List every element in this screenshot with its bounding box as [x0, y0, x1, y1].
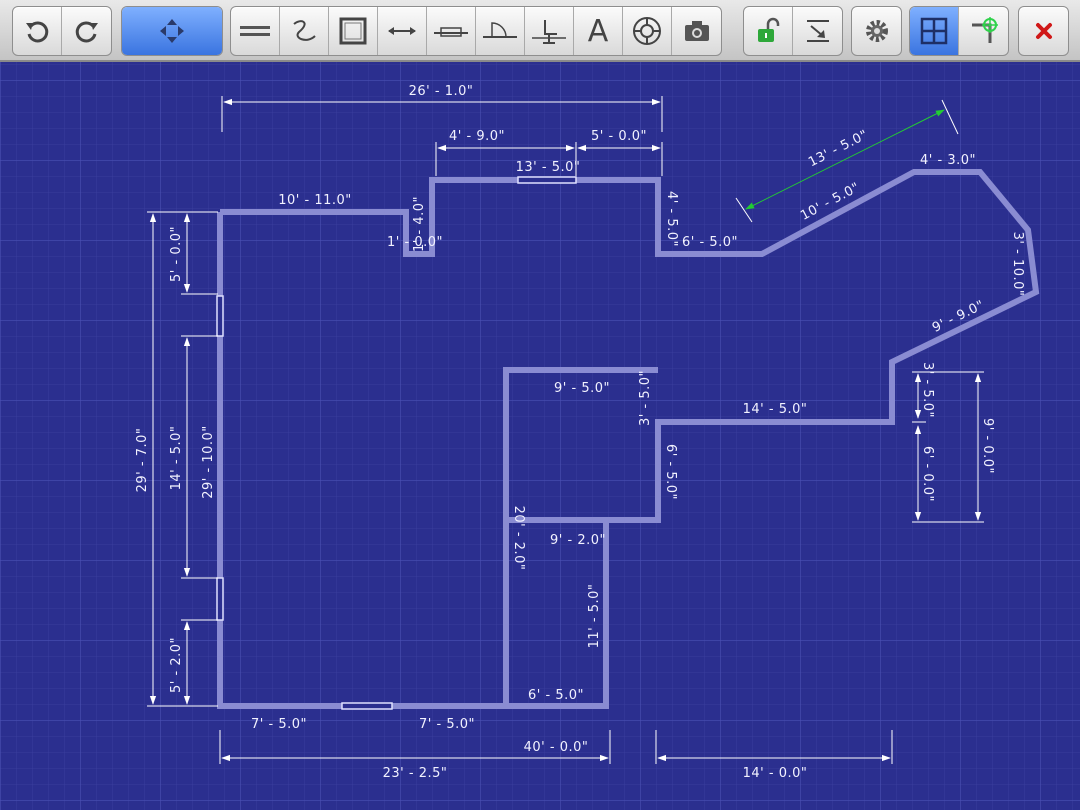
- toolbar: A: [0, 0, 1080, 62]
- close-group: [1018, 6, 1069, 56]
- grid-toggle-button[interactable]: [910, 7, 959, 55]
- settings-button[interactable]: [852, 7, 901, 55]
- history-group: [12, 6, 112, 56]
- unlock-icon: [758, 17, 780, 42]
- dim-right-slant[interactable]: 3' - 10.0": [1010, 232, 1025, 297]
- dim-notch-width[interactable]: 1' - 4.0": [412, 196, 427, 252]
- wall-tool-button[interactable]: [231, 7, 280, 55]
- view-group: [909, 6, 1009, 56]
- window-top[interactable]: [517, 176, 577, 184]
- settings-group: [851, 6, 902, 56]
- door-tool-button[interactable]: [476, 7, 525, 55]
- draw-tools-group: A: [230, 6, 722, 56]
- dimension-arrow-icon: [388, 27, 416, 35]
- dim-top-notch-right[interactable]: 5' - 0.0": [591, 129, 647, 144]
- dim-top-notch-left[interactable]: 4' - 9.0": [449, 129, 505, 144]
- dim-inner-room-bottom[interactable]: 9' - 2.0": [550, 533, 606, 548]
- dim-left-inner[interactable]: 29' - 10.0": [201, 425, 216, 499]
- dim-right-top-drop[interactable]: 4' - 5.0": [664, 191, 679, 247]
- close-icon: [1035, 23, 1052, 39]
- dim-bottom-left-seg[interactable]: 7' - 5.0": [251, 717, 307, 732]
- close-button[interactable]: [1019, 7, 1068, 55]
- select-move-button[interactable]: [122, 7, 222, 55]
- undo-button[interactable]: [13, 7, 62, 55]
- door-icon: [483, 22, 517, 38]
- lock-button[interactable]: [744, 7, 793, 55]
- lock-group: [743, 6, 843, 56]
- dim-left-top-seg[interactable]: 5' - 0.0": [169, 226, 184, 282]
- snap-icon: [971, 17, 998, 43]
- window-left-top[interactable]: [216, 295, 224, 337]
- freehand-tool-button[interactable]: [280, 7, 329, 55]
- freehand-icon: [293, 20, 316, 41]
- dim-bottom-total[interactable]: 40' - 0.0": [524, 740, 589, 755]
- wall-icon: [240, 26, 270, 36]
- dimension-tool-button[interactable]: [378, 7, 427, 55]
- room-tool-button[interactable]: [329, 7, 378, 55]
- furniture-tool-button[interactable]: [525, 7, 574, 55]
- camera-button[interactable]: [672, 7, 721, 55]
- move-arrows-icon: [160, 19, 184, 43]
- dim-right-top-run[interactable]: 6' - 5.0": [682, 235, 738, 250]
- dim-left-mid-seg[interactable]: 14' - 5.0": [169, 426, 184, 491]
- dim-left-bottom-seg[interactable]: 5' - 2.0": [169, 637, 184, 693]
- select-group: [121, 6, 223, 56]
- dim-bottom-left-total[interactable]: 23' - 2.5": [383, 766, 448, 781]
- camera-icon: [684, 21, 709, 41]
- dim-bottom-mid-seg[interactable]: 7' - 5.0": [419, 717, 475, 732]
- drawing-canvas[interactable]: 26' - 1.0" 4' - 9.0" 5' - 0.0" 13' - 5.0…: [0, 62, 1080, 810]
- dim-top-overall[interactable]: 26' - 1.0": [409, 84, 474, 99]
- text-tool-icon: A: [587, 13, 609, 49]
- grid-icon: [920, 17, 948, 45]
- dim-inner-right-long[interactable]: 11' - 5.0": [587, 584, 602, 649]
- symbol-tool-button[interactable]: [623, 7, 672, 55]
- dim-left-top-wall[interactable]: 10' - 11.0": [278, 193, 352, 208]
- dim-top-right-wall[interactable]: 4' - 3.0": [920, 153, 976, 168]
- text-tool-button[interactable]: A: [574, 7, 623, 55]
- redo-icon: [75, 21, 98, 43]
- window-tool-button[interactable]: [427, 7, 476, 55]
- dim-bottom-inner[interactable]: 6' - 5.0": [528, 688, 584, 703]
- window-icon: [434, 27, 468, 37]
- dim-left-outer[interactable]: 29' - 7.0": [135, 428, 150, 493]
- snap-toggle-button[interactable]: [959, 7, 1008, 55]
- dim-inner-room-drop[interactable]: 3' - 5.0": [638, 370, 653, 426]
- window-bottom[interactable]: [341, 702, 393, 710]
- dim-right-total[interactable]: 9' - 0.0": [980, 418, 995, 474]
- dim-inner-horizontal[interactable]: 14' - 5.0": [743, 402, 808, 417]
- dim-inner-room-top[interactable]: 9' - 5.0": [554, 381, 610, 396]
- dim-bottom-right-total[interactable]: 14' - 0.0": [743, 766, 808, 781]
- import-arrow-icon: [806, 20, 829, 42]
- chair-icon: [532, 20, 566, 44]
- dim-inner-room-right[interactable]: 6' - 5.0": [663, 444, 678, 500]
- room-icon: [339, 17, 367, 45]
- undo-icon: [26, 21, 49, 43]
- lifebuoy-icon: [633, 17, 661, 45]
- dim-top-wall[interactable]: 13' - 5.0": [516, 160, 581, 175]
- gear-icon: [865, 20, 888, 42]
- redo-button[interactable]: [62, 7, 111, 55]
- dim-mid-notch-lower[interactable]: 6' - 0.0": [920, 446, 935, 502]
- import-button[interactable]: [793, 7, 842, 55]
- window-left-bottom[interactable]: [216, 577, 224, 621]
- dim-mid-notch-drop[interactable]: 3' - 5.0": [920, 362, 935, 418]
- dim-inner-left-long[interactable]: 20' - 2.0": [511, 506, 526, 571]
